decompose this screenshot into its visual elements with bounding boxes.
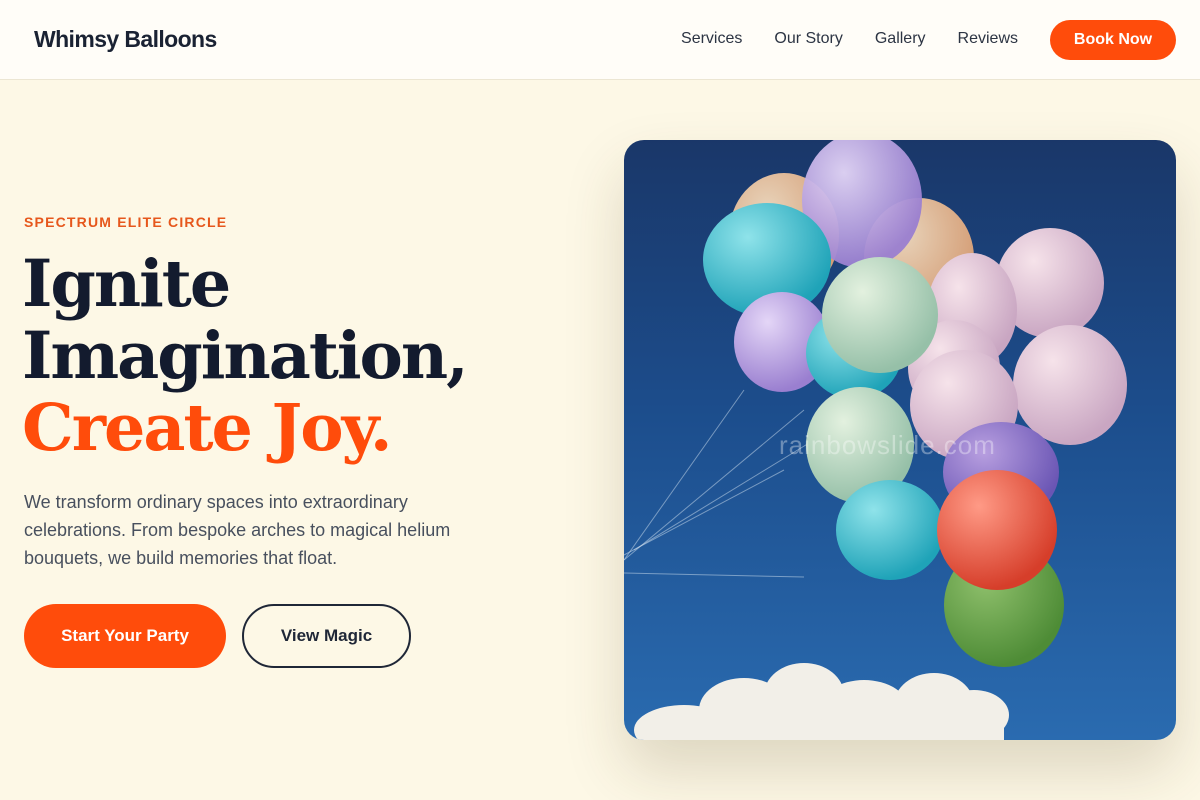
balloon-strings	[624, 389, 815, 578]
headline-line-1: Ignite	[22, 246, 231, 322]
main-nav: Services Our Story Gallery Reviews	[681, 30, 1018, 48]
hero-eyebrow: SPECTRUM ELITE CIRCLE	[24, 214, 228, 230]
hero-balloons-image: rainbowslide.com	[624, 140, 1176, 740]
balloon-teal-lower	[836, 480, 944, 580]
view-magic-button[interactable]: View Magic	[242, 604, 411, 668]
hero-lead-text: We transform ordinary spaces into extrao…	[24, 492, 451, 568]
book-now-button[interactable]: Book Now	[1050, 20, 1176, 60]
site-header: Whimsy Balloons Services Our Story Galle…	[0, 0, 1200, 80]
start-party-button[interactable]: Start Your Party	[24, 604, 226, 668]
headline-line-2: Imagination,	[22, 318, 469, 394]
balloon-pink-large	[1013, 325, 1127, 445]
nav-link-gallery[interactable]: Gallery	[875, 30, 926, 48]
nav-link-services[interactable]: Services	[681, 30, 742, 48]
balloon-red	[937, 470, 1057, 590]
balloon-mint	[822, 257, 938, 373]
cloud	[634, 663, 1009, 740]
hero-headline: Ignite Imagination, Create Joy.	[22, 246, 469, 466]
headline-accent: Create Joy.	[22, 390, 393, 466]
image-watermark: rainbowslide.com	[779, 430, 996, 460]
site-logo[interactable]: Whimsy Balloons	[34, 26, 217, 53]
nav-link-reviews[interactable]: Reviews	[958, 30, 1018, 48]
nav-link-our-story[interactable]: Our Story	[774, 30, 842, 48]
